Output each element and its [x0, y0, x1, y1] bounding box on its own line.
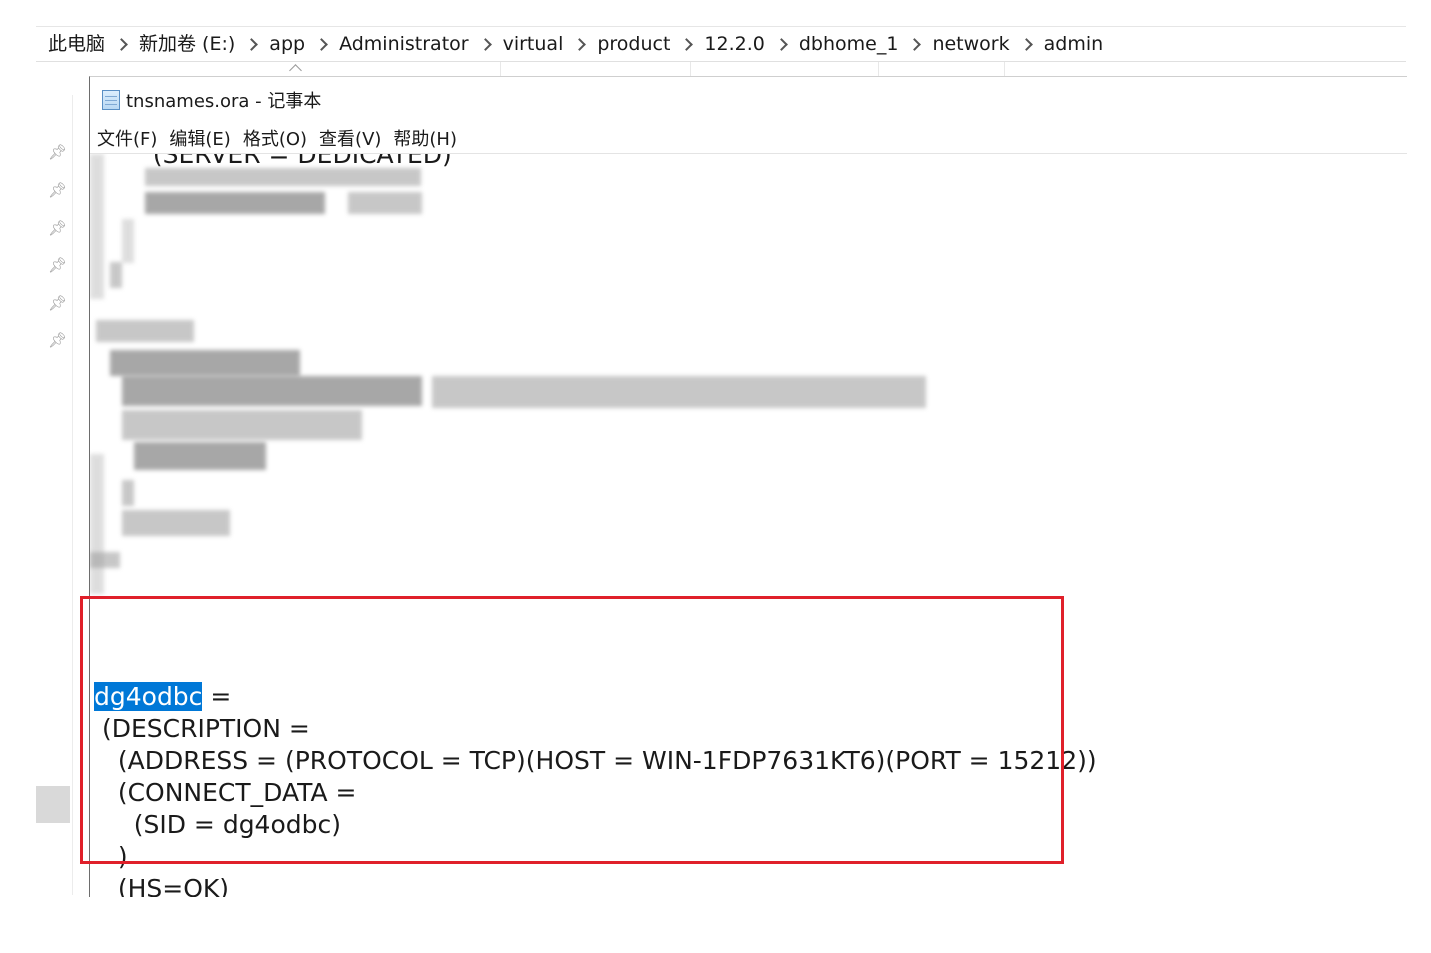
column-divider[interactable]	[1004, 62, 1005, 76]
pin-icon[interactable]: 📌︎	[48, 181, 67, 199]
redacted-block	[90, 552, 120, 568]
breadcrumb-item[interactable]: Administrator	[337, 27, 501, 61]
menu-bar: 文件(F) 编辑(E) 格式(O) 查看(V) 帮助(H)	[96, 125, 458, 151]
redacted-block	[432, 376, 926, 408]
redacted-block	[90, 154, 104, 299]
breadcrumb-item[interactable]: product	[595, 27, 702, 61]
redacted-block	[122, 510, 230, 536]
menu-help[interactable]: 帮助(H)	[392, 125, 458, 151]
notepad-icon	[102, 90, 120, 110]
chevron-right-icon[interactable]	[1019, 37, 1033, 51]
menu-format[interactable]: 格式(O)	[242, 125, 308, 151]
breadcrumb-item[interactable]: app	[267, 27, 337, 61]
pin-icon[interactable]: 📌︎	[48, 256, 67, 274]
chevron-right-icon[interactable]	[774, 37, 788, 51]
redacted-block	[348, 192, 422, 214]
quick-access-pins: 📌︎ 📌︎ 📌︎ 📌︎ 📌︎ 📌︎	[36, 130, 76, 380]
nav-selected-item[interactable]	[36, 786, 70, 823]
redacted-block	[145, 168, 421, 186]
redacted-block	[110, 262, 122, 288]
breadcrumb: 此电脑 新加卷 (E:) app Administrator virtual p…	[36, 26, 1406, 62]
pin-icon[interactable]: 📌︎	[48, 219, 67, 237]
breadcrumb-item[interactable]: admin	[1042, 27, 1106, 61]
breadcrumb-item[interactable]: virtual	[501, 27, 596, 61]
redacted-block	[122, 376, 422, 406]
highlight-annotation-box	[80, 596, 1064, 864]
redacted-block	[134, 442, 266, 470]
breadcrumb-item[interactable]: dbhome_1	[797, 27, 931, 61]
chevron-right-icon[interactable]	[573, 37, 587, 51]
breadcrumb-item[interactable]: 12.2.0	[702, 27, 796, 61]
redacted-block	[110, 350, 300, 376]
chevron-right-icon[interactable]	[115, 37, 128, 51]
menu-file[interactable]: 文件(F)	[96, 125, 158, 151]
redacted-block	[96, 320, 194, 342]
redacted-block	[90, 454, 104, 594]
window-title-bar[interactable]: tnsnames.ora - 记事本	[102, 87, 321, 113]
menu-view[interactable]: 查看(V)	[318, 125, 382, 151]
chevron-right-icon[interactable]	[478, 37, 492, 51]
column-divider[interactable]	[690, 62, 691, 76]
redacted-block	[122, 219, 134, 263]
chevron-right-icon[interactable]	[245, 37, 259, 51]
redacted-block	[145, 192, 325, 214]
sort-caret-icon	[289, 64, 302, 77]
chevron-right-icon[interactable]	[908, 37, 922, 51]
column-divider[interactable]	[500, 62, 501, 76]
window-title: tnsnames.ora - 记事本	[126, 91, 322, 112]
menu-edit[interactable]: 编辑(E)	[168, 125, 231, 151]
entry-line: (HS=OK)	[94, 874, 230, 897]
pin-icon[interactable]: 📌︎	[48, 294, 67, 312]
pin-icon[interactable]: 📌︎	[48, 143, 67, 161]
chevron-right-icon[interactable]	[680, 37, 694, 51]
redacted-block	[122, 480, 134, 506]
breadcrumb-item[interactable]: network	[930, 27, 1041, 61]
breadcrumb-item[interactable]: 新加卷 (E:)	[137, 27, 267, 61]
clipped-text-line: (SERVER = DEDICATED)	[137, 154, 452, 169]
chevron-right-icon[interactable]	[315, 37, 328, 51]
column-divider[interactable]	[878, 62, 879, 76]
pin-icon[interactable]: 📌︎	[48, 331, 67, 349]
redacted-block	[122, 410, 362, 440]
breadcrumb-item[interactable]: 此电脑	[36, 27, 137, 61]
